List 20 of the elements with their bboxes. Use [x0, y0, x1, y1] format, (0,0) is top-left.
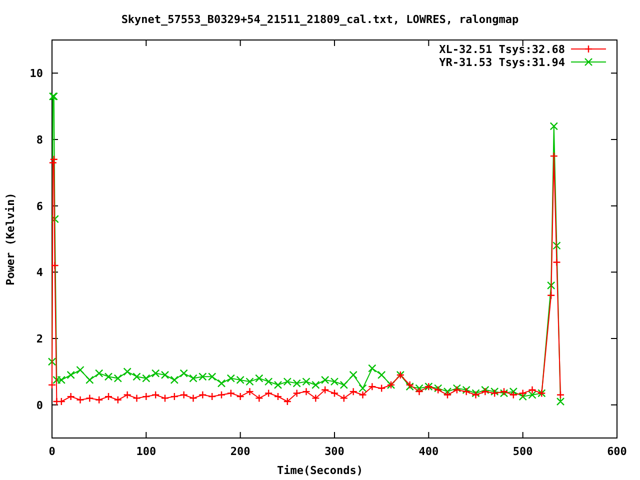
y-tick-label: 4 [36, 266, 43, 280]
y-tick-label: 8 [36, 134, 43, 146]
x-tick-label: 100 [136, 445, 156, 458]
x-tick-label: 200 [230, 445, 250, 458]
x-tick-label: 500 [512, 445, 533, 458]
x-axis-label: Time(Seconds) [276, 464, 364, 477]
legend-label: XL-32.51 Tsys:32.68 [439, 43, 565, 56]
legend-line [570, 44, 606, 54]
y-tick-label: 10 [30, 67, 43, 80]
x-tick-label: 400 [418, 445, 439, 458]
legend-line [570, 58, 606, 66]
y-tick-label: 2 [36, 332, 43, 346]
x-tick-label: 0 [48, 445, 56, 458]
x-tick-label: 300 [324, 445, 344, 458]
y-tick-label: 6 [36, 200, 43, 213]
legend-label: YR-31.53 Tsys:31.94 [439, 56, 565, 69]
x-tick-label: 600 [607, 445, 627, 458]
chart-title: Skynet_57553_B0329+54_21511_21809_cal.txt, LOWRES, ralongmap [121, 13, 519, 26]
y-tick-label: 0 [36, 398, 43, 412]
y-axis-label: Power (Kelvin) [4, 192, 17, 286]
